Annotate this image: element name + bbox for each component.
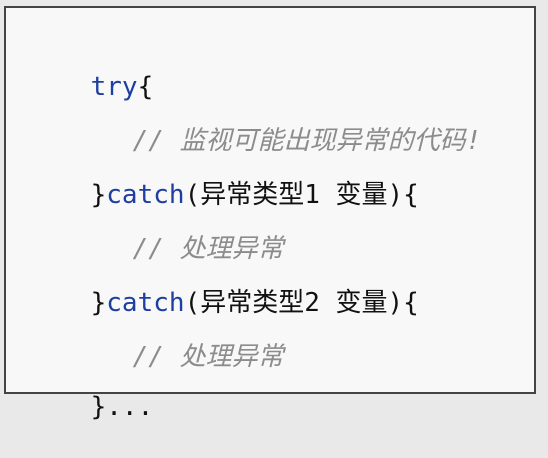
code-box: try{ // 监视可能出现异常的代码! }catch(异常类型1 变量){ /…: [4, 6, 536, 422]
code-line-ellipsis: }...: [28, 356, 154, 458]
comment-handle: // 处理异常: [132, 342, 284, 372]
closing-ellipsis: }...: [90, 392, 154, 422]
